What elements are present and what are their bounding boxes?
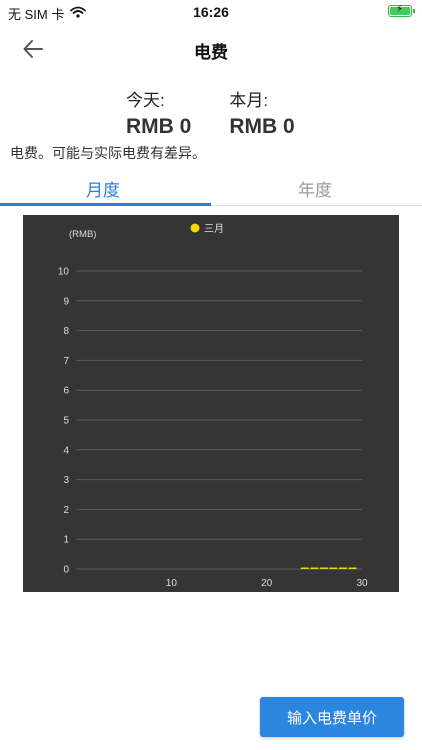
monthly-chart: (RMB) 三月 0 1 2 3 4 5 6 7 8 9 10 10 20 30 xyxy=(23,215,399,592)
y-tick-label: 5 xyxy=(63,416,69,427)
y-tick-label: 6 xyxy=(63,386,69,397)
y-axis-label: (RMB) xyxy=(69,229,96,240)
y-tick-label: 1 xyxy=(63,535,69,546)
bar xyxy=(338,567,347,569)
bar xyxy=(300,567,309,569)
status-bar: 无 SIM 卡 16:26 ⚡ xyxy=(0,0,422,24)
month-label: 本月: xyxy=(229,91,269,110)
nav-bar: 电费 xyxy=(0,28,422,68)
page-title: 电费 xyxy=(194,43,228,62)
enter-price-button[interactable]: 输入电费单价 xyxy=(260,697,404,737)
bar xyxy=(329,567,338,569)
bar xyxy=(348,567,357,569)
today-summary: 今天: RMB 0 xyxy=(126,86,191,139)
month-value: RMB 0 xyxy=(229,115,295,138)
y-tick-label: 9 xyxy=(63,296,69,307)
x-tick-label: 30 xyxy=(356,578,368,589)
month-summary: 本月: RMB 0 xyxy=(229,86,294,139)
active-tab-indicator xyxy=(0,203,211,206)
x-tick-label: 10 xyxy=(166,578,178,589)
tab-monthly[interactable]: 月度 xyxy=(86,176,120,201)
legend-label: 三月 xyxy=(204,223,224,235)
y-tick-label: 7 xyxy=(63,356,69,367)
y-tick-label: 10 xyxy=(58,267,70,278)
today-label: 今天: xyxy=(126,91,165,110)
y-tick-label: 4 xyxy=(63,445,69,456)
battery-charging-icon: ⚡ xyxy=(388,4,415,17)
y-tick-label: 0 xyxy=(63,565,69,576)
bar xyxy=(319,567,328,569)
y-tick-label: 3 xyxy=(63,475,69,486)
legend-marker xyxy=(190,223,200,233)
x-tick-label: 20 xyxy=(261,578,273,589)
y-tick-label: 8 xyxy=(63,326,69,337)
cost-summary: 今天: RMB 0 本月: RMB 0 xyxy=(126,86,295,139)
bar xyxy=(310,567,319,569)
today-value: RMB 0 xyxy=(126,115,192,138)
status-time: 16:26 xyxy=(193,4,229,20)
period-tabs: 月度 年度 xyxy=(0,170,422,206)
y-tick-label: 2 xyxy=(63,505,69,516)
tab-yearly[interactable]: 年度 xyxy=(298,176,332,201)
chart-canvas: (RMB) 三月 0 1 2 3 4 5 6 7 8 9 10 10 20 30 xyxy=(58,223,368,589)
disclaimer-note: 电费。可能与实际电费有差异。 xyxy=(10,145,206,161)
